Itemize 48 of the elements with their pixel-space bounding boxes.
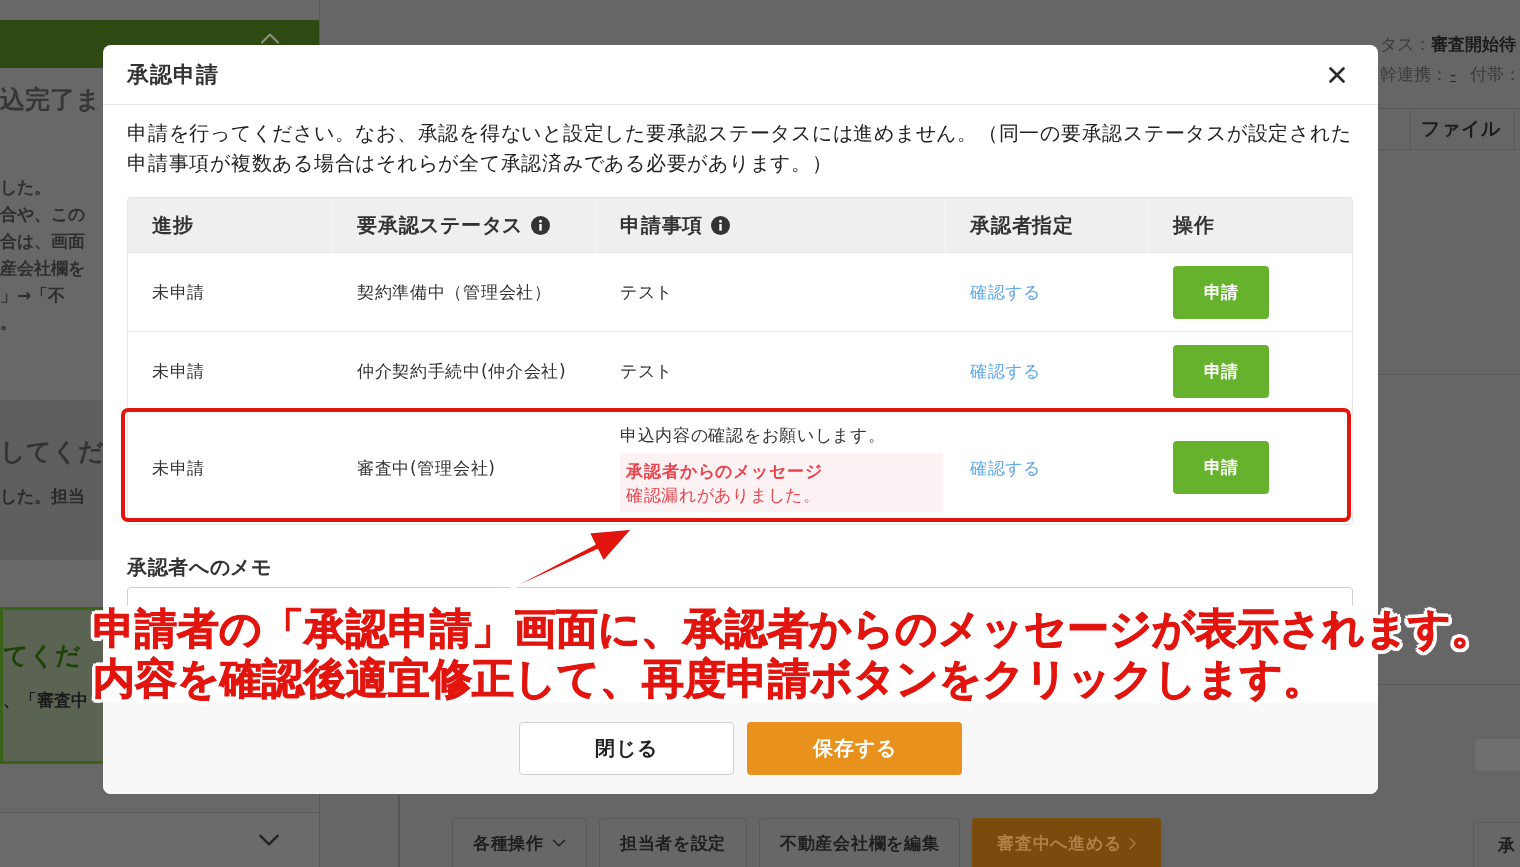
confirm-link[interactable]: 確認する: [970, 280, 1041, 304]
chevron-down-icon: [551, 839, 566, 847]
notice-text: 、「審査中: [3, 689, 88, 712]
toolbar-button[interactable]: 担当者を設定: [598, 818, 747, 867]
dialog-button[interactable]: 保存する: [747, 722, 962, 775]
toolbar-button[interactable]: 審査中へ進める: [972, 818, 1162, 867]
confirm-link[interactable]: 確認する: [970, 359, 1041, 383]
apply-button[interactable]: 申請: [1173, 344, 1269, 398]
memo-field[interactable]: [127, 587, 1353, 606]
notice-title: てくだ: [3, 640, 81, 672]
table-cell-text: 契約準備中（管理会社）: [357, 281, 552, 304]
column-header: 進捗: [152, 211, 194, 239]
toolbar-button[interactable]: 各種操作: [452, 818, 587, 867]
notice-text: 合は、画面: [0, 230, 85, 253]
close-icon: [1329, 66, 1345, 83]
chevron-right-icon: [1129, 836, 1137, 850]
close-button[interactable]: [1328, 65, 1346, 84]
column-header: 要承認ステータス: [357, 211, 523, 239]
dialog-description: 申請を行ってください。なお、承認を得ないと設定した要承認ステータスには進めません。（同一の要承認ステータスが設定された申請事項が複数ある場合はそれらが全て承認済みである必要があります。）: [127, 120, 1353, 177]
table-cell-text: 仲介契約手続中(仲介会社): [357, 360, 567, 383]
value-link[interactable]: -: [1450, 64, 1457, 84]
confirm-link[interactable]: 確認する: [970, 455, 1041, 480]
table-cell-text: テスト: [620, 281, 675, 304]
table-cell-text: 申込内容の確認をお願いします。: [620, 424, 887, 447]
apply-button[interactable]: 申請: [1173, 265, 1269, 319]
memo-label: 承認者へのメモ: [127, 555, 273, 579]
notice-text: 合や、この: [0, 203, 85, 226]
table-cell-text: 未申請: [152, 456, 206, 480]
message-text: 確認漏れがありました。: [626, 484, 822, 507]
notice-text: した。: [0, 176, 51, 199]
table-cell-text: 審査中(管理会社): [357, 456, 496, 480]
notice-text: 。: [0, 311, 17, 334]
dialog-button[interactable]: 閉じる: [519, 722, 734, 775]
toolbar-button[interactable]: 承: [1473, 822, 1520, 867]
table-cell-text: テスト: [620, 360, 675, 383]
table-cell-text: 未申請: [152, 281, 206, 304]
notice-text: 産会社欄を: [0, 257, 85, 280]
table-cell-text: 未申請: [152, 360, 206, 383]
column-header: 申請事項: [620, 211, 703, 239]
message-title: 承認者からのメッセージ: [626, 460, 824, 483]
apply-button[interactable]: 申請: [1173, 441, 1269, 494]
column-header: 操作: [1173, 211, 1215, 239]
toolbar-button[interactable]: 不動産会社欄を編集: [759, 818, 961, 867]
column-header: 承認者指定: [970, 211, 1074, 239]
status-value: 審査開始待: [1431, 34, 1516, 54]
column-header: ファイル: [1421, 116, 1501, 141]
notice-text: 」→「不: [0, 284, 66, 307]
dialog-title: 承認申請: [127, 60, 220, 89]
